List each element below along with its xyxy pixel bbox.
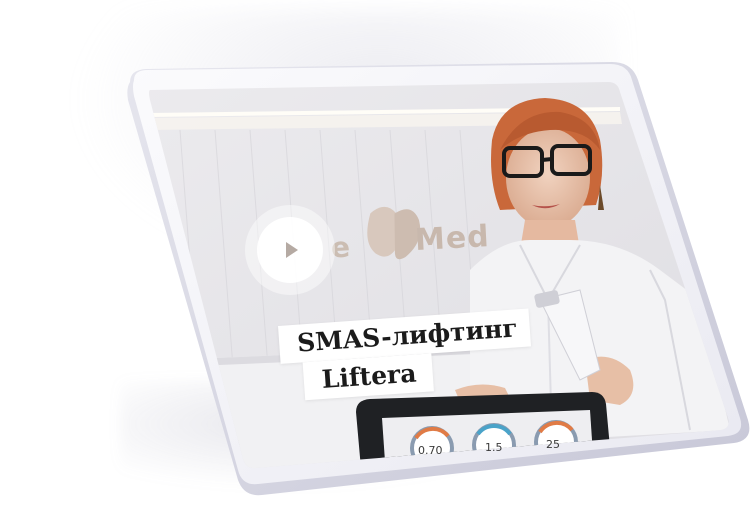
gauge-label-3: 25 <box>546 438 560 451</box>
tablet-device <box>127 62 750 496</box>
play-button[interactable] <box>244 204 336 296</box>
gauge-label-2: 1.5 <box>485 441 503 454</box>
gauge-label-1: 0.70 <box>418 444 443 457</box>
play-icon <box>245 205 335 295</box>
promo-stage: e Med 0.70 1.5 25 SMAS-лифтинг Liftera <box>0 0 752 519</box>
logo-text: Med <box>414 219 491 258</box>
